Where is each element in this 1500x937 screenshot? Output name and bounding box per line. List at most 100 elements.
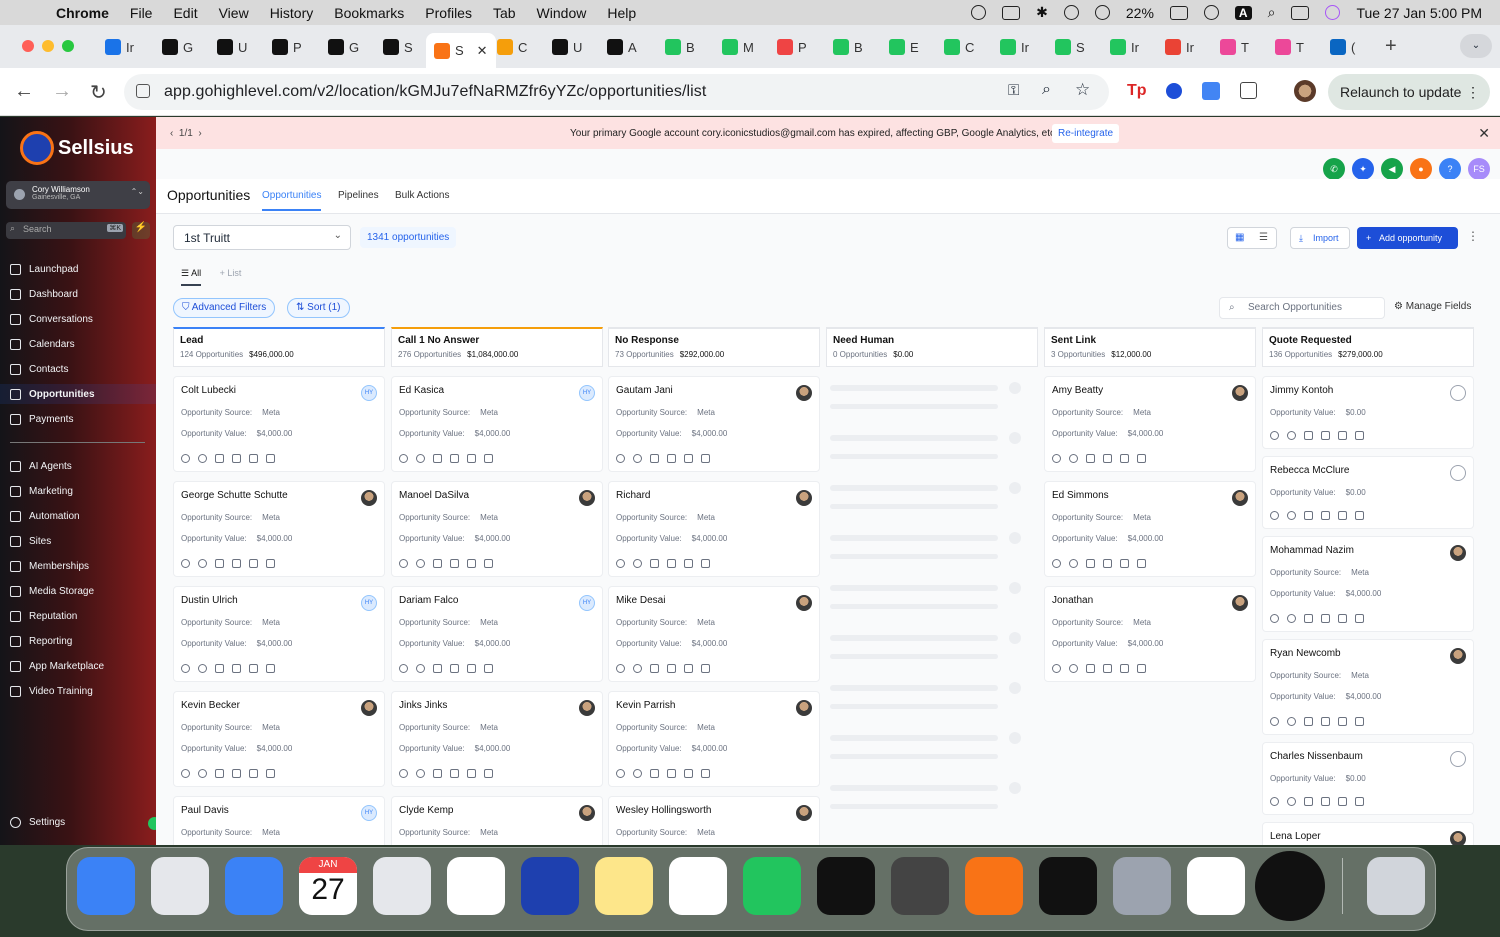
browser-tab[interactable]: G bbox=[328, 33, 359, 61]
sidebar-item-marketing[interactable]: Marketing bbox=[10, 481, 150, 501]
calendar-icon[interactable] bbox=[266, 664, 275, 673]
close-tab-icon[interactable]: ✕ bbox=[477, 43, 488, 59]
message-icon[interactable] bbox=[633, 559, 642, 568]
sidebar-item-reporting[interactable]: Reporting bbox=[10, 631, 150, 651]
menu-file[interactable]: File bbox=[130, 5, 153, 21]
tag-icon[interactable] bbox=[1304, 431, 1313, 440]
more-options-icon[interactable]: ⋮ bbox=[1467, 229, 1479, 243]
browser-tab[interactable]: S bbox=[1055, 33, 1085, 61]
tag-icon[interactable] bbox=[215, 454, 224, 463]
google-translate-icon[interactable] bbox=[1202, 82, 1220, 100]
contact-name[interactable]: Charles Nissenbaum bbox=[1270, 751, 1466, 762]
opportunity-card[interactable]: Jimmy Kontoh Opportunity Value: $0.00 bbox=[1262, 376, 1474, 449]
contact-name[interactable]: Gautam Jani bbox=[616, 385, 812, 396]
message-icon[interactable] bbox=[416, 454, 425, 463]
message-icon[interactable] bbox=[1287, 717, 1296, 726]
opportunity-card[interactable]: Kevin Becker Opportunity Source: Meta Oppor… bbox=[173, 691, 385, 787]
calendar-icon[interactable] bbox=[1355, 431, 1364, 440]
sidebar-item-calendars[interactable]: Calendars bbox=[10, 334, 150, 354]
menu-tab[interactable]: Tab bbox=[493, 5, 516, 21]
contact-name[interactable]: Dustin Ulrich bbox=[181, 595, 377, 606]
address-bar[interactable]: app.gohighlevel.com/v2/location/kGMJu7ef… bbox=[124, 74, 1109, 110]
url-text[interactable]: app.gohighlevel.com/v2/location/kGMJu7ef… bbox=[164, 83, 706, 101]
task-icon[interactable] bbox=[1338, 717, 1347, 726]
contact-name[interactable]: Mohammad Nazim bbox=[1270, 545, 1466, 556]
key-icon[interactable]: ⚿ bbox=[1008, 82, 1019, 99]
note-icon[interactable] bbox=[450, 559, 459, 568]
sidebar-item-dashboard[interactable]: Dashboard bbox=[10, 284, 150, 304]
tag-icon[interactable] bbox=[215, 559, 224, 568]
phone-icon[interactable] bbox=[399, 664, 408, 673]
assignee-badge[interactable]: HY bbox=[361, 385, 377, 401]
sidebar-search[interactable]: ⌕ Search ⌘K bbox=[6, 222, 126, 239]
brand-logo[interactable]: Sellsius bbox=[20, 131, 134, 165]
message-icon[interactable] bbox=[198, 559, 207, 568]
assignee-avatar[interactable] bbox=[796, 595, 812, 611]
spotify-icon[interactable] bbox=[817, 857, 875, 915]
battery-icon[interactable] bbox=[1169, 5, 1188, 20]
note-icon[interactable] bbox=[667, 664, 676, 673]
calendar-icon[interactable] bbox=[484, 769, 493, 778]
extension-tp-icon[interactable]: Tp bbox=[1127, 82, 1147, 100]
menu-window[interactable]: Window bbox=[537, 5, 587, 21]
contact-name[interactable]: Rebecca McClure bbox=[1270, 465, 1466, 476]
calendar-icon[interactable] bbox=[484, 559, 493, 568]
opportunity-card[interactable]: Clyde Kemp Opportunity Source: MetaOpportu… bbox=[391, 796, 603, 845]
note-icon[interactable] bbox=[232, 454, 241, 463]
close-window-icon[interactable] bbox=[22, 40, 34, 52]
phone-icon[interactable] bbox=[616, 454, 625, 463]
message-icon[interactable] bbox=[198, 454, 207, 463]
phone-icon[interactable] bbox=[1052, 454, 1061, 463]
phone-icon[interactable] bbox=[1270, 717, 1279, 726]
user-avatar[interactable]: FS bbox=[1468, 158, 1490, 180]
opportunity-card[interactable]: Ed Simmons Opportunity Source: Meta Opportu… bbox=[1044, 481, 1256, 577]
assignee-avatar[interactable] bbox=[579, 805, 595, 821]
phone-icon[interactable] bbox=[181, 769, 190, 778]
sidebar-item-reputation[interactable]: Reputation bbox=[10, 606, 150, 626]
sidebar-item-ai-agents[interactable]: AI Agents bbox=[10, 456, 150, 476]
message-icon[interactable] bbox=[1069, 454, 1078, 463]
contact-name[interactable]: Paul Davis bbox=[181, 805, 377, 816]
opportunity-card[interactable]: Richard Opportunity Source: Meta Opportunit… bbox=[608, 481, 820, 577]
assignee-badge[interactable]: HY bbox=[361, 805, 377, 821]
calendar-icon[interactable] bbox=[266, 454, 275, 463]
tag-icon[interactable] bbox=[650, 769, 659, 778]
announcements-icon[interactable]: ◀ bbox=[1381, 158, 1403, 180]
tag-icon[interactable] bbox=[650, 559, 659, 568]
contact-name[interactable]: Lena Loper bbox=[1270, 831, 1466, 842]
task-icon[interactable] bbox=[684, 664, 693, 673]
browser-tab[interactable]: S ✕ bbox=[426, 33, 496, 68]
calendar-icon[interactable] bbox=[701, 769, 710, 778]
task-icon[interactable] bbox=[1120, 454, 1129, 463]
browser-tab[interactable]: B bbox=[665, 33, 695, 61]
message-icon[interactable] bbox=[1287, 511, 1296, 520]
site-info-icon[interactable] bbox=[136, 84, 150, 98]
profile-avatar-icon[interactable] bbox=[1294, 80, 1316, 102]
note-icon[interactable] bbox=[232, 559, 241, 568]
list-view-icon[interactable]: ☰ bbox=[1259, 232, 1268, 243]
bookmark-star-icon[interactable]: ☆ bbox=[1075, 80, 1090, 100]
tag-icon[interactable] bbox=[1086, 664, 1095, 673]
add-list-tab[interactable]: + List bbox=[220, 268, 242, 278]
opportunity-card[interactable]: Kevin Parrish Opportunity Source: Meta Oppo… bbox=[608, 691, 820, 787]
browser-tab[interactable]: Ir bbox=[1000, 33, 1029, 61]
assignee-avatar[interactable] bbox=[1232, 385, 1248, 401]
tag-icon[interactable] bbox=[650, 664, 659, 673]
opportunity-search-input[interactable]: ⌕ Search Opportunities bbox=[1219, 297, 1385, 319]
tab-bulk-actions[interactable]: Bulk Actions bbox=[395, 190, 449, 201]
assignee-avatar[interactable] bbox=[796, 805, 812, 821]
calendar-icon[interactable] bbox=[1137, 454, 1146, 463]
phone-icon[interactable] bbox=[399, 454, 408, 463]
calendar-icon[interactable] bbox=[1137, 664, 1146, 673]
contact-name[interactable]: Dariam Falco bbox=[399, 595, 595, 606]
opportunity-card[interactable]: Gautam Jani Opportunity Source: Meta Opport… bbox=[608, 376, 820, 472]
message-icon[interactable] bbox=[416, 769, 425, 778]
assignee-avatar[interactable] bbox=[1232, 490, 1248, 506]
maps-icon[interactable] bbox=[373, 857, 431, 915]
message-icon[interactable] bbox=[198, 769, 207, 778]
message-icon[interactable] bbox=[633, 454, 642, 463]
tag-icon[interactable] bbox=[433, 664, 442, 673]
opportunity-card[interactable]: Lena Loper bbox=[1262, 822, 1474, 845]
note-icon[interactable] bbox=[1321, 797, 1330, 806]
new-tab-icon[interactable]: + bbox=[1385, 35, 1397, 58]
